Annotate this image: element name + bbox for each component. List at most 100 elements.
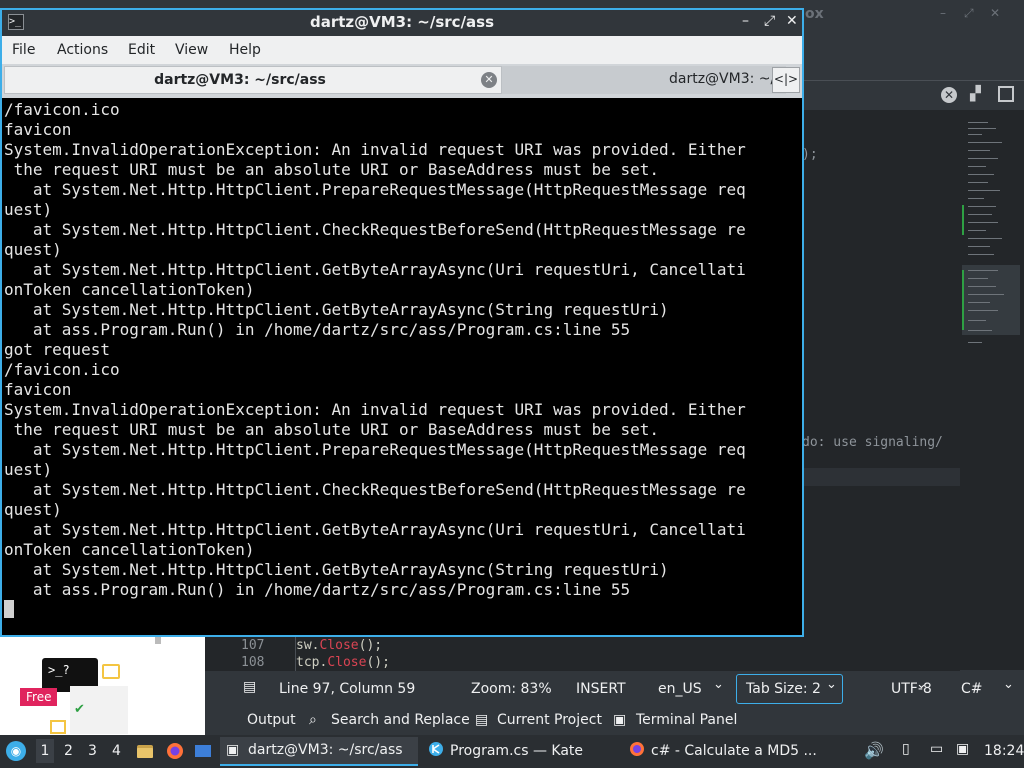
terminal-line: uest) (4, 200, 53, 219)
terminal-line: /favicon.ico (4, 100, 120, 119)
minimize-button[interactable]: – (742, 13, 749, 29)
menu-view[interactable]: View (175, 42, 208, 58)
close-icon[interactable]: ✕ (941, 87, 957, 103)
terminal-line: at System.Net.Http.HttpClient.GetByteArr… (4, 520, 746, 539)
chevron-down-icon[interactable]: ⌄ (916, 677, 927, 692)
terminal-line: onToken cancellationToken) (4, 280, 255, 299)
close-icon[interactable]: ✕ (481, 72, 497, 88)
terminal-line: quest) (4, 500, 62, 519)
input-mode[interactable]: INSERT (576, 681, 626, 697)
kate-toolview-bar: Output ⌕ Search and Replace ▤ Current Pr… (205, 707, 1024, 735)
cursor-position[interactable]: Line 97, Column 59 (279, 681, 415, 697)
menu-help[interactable]: Help (229, 42, 261, 58)
terminal-line: uest) (4, 460, 53, 479)
virtual-desktop-3[interactable]: 3 (88, 743, 97, 759)
minimap[interactable] (960, 110, 1024, 670)
toolview-output[interactable]: Output (247, 712, 296, 728)
volume-icon[interactable]: 🔊 (864, 741, 884, 760)
syntax-selector[interactable]: C# (961, 681, 983, 697)
search-icon: ⌕ (309, 712, 317, 728)
code-line: sw.Close(); (296, 638, 383, 653)
terminal-line: at System.Net.Http.HttpClient.PrepareReq… (4, 440, 746, 459)
terminal-line: got request (4, 340, 110, 359)
minimap-change-marker (962, 205, 964, 235)
close-button[interactable]: ✕ (786, 13, 798, 29)
terminal-line: onToken cancellationToken) (4, 540, 255, 559)
chevron-down-icon: ⌄ (826, 677, 837, 692)
kate-close-button[interactable]: ✕ (990, 6, 1000, 20)
terminal-window: >_ dartz@VM3: ~/src/ass – ⤢ ✕ File Actio… (0, 8, 804, 637)
kate-icon (429, 742, 443, 756)
clipboard-icon[interactable]: ▯ (902, 741, 910, 757)
minimap-viewport[interactable] (962, 265, 1020, 335)
terminal-line: at System.Net.Http.HttpClient.GetByteArr… (4, 300, 669, 319)
current-line-highlight (800, 468, 960, 486)
kate-tabbar: ✕ ▞ (800, 80, 1024, 111)
toolview-current-project[interactable]: Current Project (497, 712, 602, 728)
kate-maximize-button[interactable]: ⤢ (964, 6, 974, 21)
clock[interactable]: 18:24 (984, 743, 1024, 759)
task-label: dartz@VM3: ~/src/ass (248, 742, 403, 758)
virtual-desktop-2[interactable]: 2 (64, 743, 73, 759)
tab-scroll-buttons[interactable]: <|> (772, 67, 800, 93)
kate-titlebar: ox – ⤢ ✕ (800, 0, 1024, 32)
chevron-down-icon[interactable]: ⌄ (1003, 677, 1014, 692)
terminal-tab-active[interactable]: dartz@VM3: ~/src/ass ✕ (4, 66, 502, 94)
terminal-line: at System.Net.Http.HttpClient.GetByteArr… (4, 260, 746, 279)
display-icon[interactable]: ▭ (930, 741, 943, 757)
terminal-line: the request URI must be an absolute URI … (4, 160, 660, 179)
terminal-titlebar[interactable]: >_ dartz@VM3: ~/src/ass – ⤢ ✕ (2, 10, 802, 36)
network-icon[interactable]: ▣ (956, 741, 969, 757)
virtual-desktop-1[interactable]: 1 (36, 739, 54, 763)
code-fragment: ); (802, 147, 818, 162)
virtual-desktop-4[interactable]: 4 (112, 743, 121, 759)
menu-file[interactable]: File (12, 42, 35, 58)
document-icon: ▤ (243, 679, 257, 695)
chevron-down-icon[interactable]: ⌄ (713, 677, 724, 692)
kate-minimize-button[interactable]: – (940, 6, 946, 20)
split-horizontal-icon[interactable] (998, 86, 1014, 102)
tab-label: dartz@VM3: ~/src/ass (154, 72, 326, 88)
terminal-line: at System.Net.Http.HttpClient.CheckReque… (4, 220, 746, 239)
terminal-icon: ▣ (226, 742, 240, 758)
firefox-icon (630, 742, 644, 756)
scrollbar[interactable] (155, 636, 161, 644)
window-title: dartz@VM3: ~/src/ass (309, 13, 495, 31)
kate-window-title: ox (805, 6, 824, 22)
terminal-line: at ass.Program.Run() in /home/dartz/src/… (4, 580, 631, 599)
terminal-line: /favicon.ico (4, 360, 120, 379)
terminal-output[interactable]: /favicon.ico favicon System.InvalidOperati… (2, 98, 802, 635)
menu-edit[interactable]: Edit (128, 42, 155, 58)
maximize-button[interactable]: ⤢ (764, 13, 775, 29)
terminal-cursor (4, 600, 14, 618)
menu-actions[interactable]: Actions (57, 42, 108, 58)
terminal-tab[interactable]: dartz@VM3: ~/ (502, 66, 786, 94)
terminal-line: at System.Net.Http.HttpClient.CheckReque… (4, 480, 746, 499)
minimap-change-marker (962, 270, 964, 330)
task-terminal[interactable]: ▣ dartz@VM3: ~/src/ass (220, 737, 418, 766)
kate-toolbar (800, 32, 1024, 80)
firefox-icon[interactable] (166, 742, 184, 760)
zoom-level[interactable]: Zoom: 83% (471, 681, 552, 697)
dictionary-selector[interactable]: en_US (658, 681, 702, 697)
window-icon[interactable] (194, 742, 212, 760)
tab-size-selector[interactable]: Tab Size: 2 ⌄ (736, 674, 843, 704)
terminal-line: System.InvalidOperationException: An inv… (4, 400, 746, 419)
app-launcher-icon[interactable]: ◉ (6, 741, 26, 761)
line-number: 108 (241, 655, 265, 670)
terminal-line: at ass.Program.Run() in /home/dartz/src/… (4, 320, 631, 339)
chat-bubble-icon (102, 664, 120, 679)
kate-editor-area[interactable]: ); do: use signaling/ (800, 110, 960, 635)
file-manager-icon[interactable] (136, 742, 154, 760)
split-view-icon[interactable]: ▞ (970, 86, 986, 102)
terminal-line: at System.Net.Http.HttpClient.PrepareReq… (4, 180, 746, 199)
toolview-search-replace[interactable]: Search and Replace (331, 712, 470, 728)
chat-bubble-icon (50, 720, 66, 734)
toolview-terminal-panel[interactable]: Terminal Panel (636, 712, 737, 728)
code-line: tcp.Close(); (296, 655, 390, 670)
terminal-icon: ▣ (613, 712, 627, 728)
free-badge: Free (20, 688, 58, 706)
terminal-line: the request URI must be an absolute URI … (4, 420, 660, 439)
kate-code-view[interactable]: 107 108 sw.Close(); tcp.Close(); (205, 635, 960, 671)
terminal-line: favicon (4, 120, 72, 139)
